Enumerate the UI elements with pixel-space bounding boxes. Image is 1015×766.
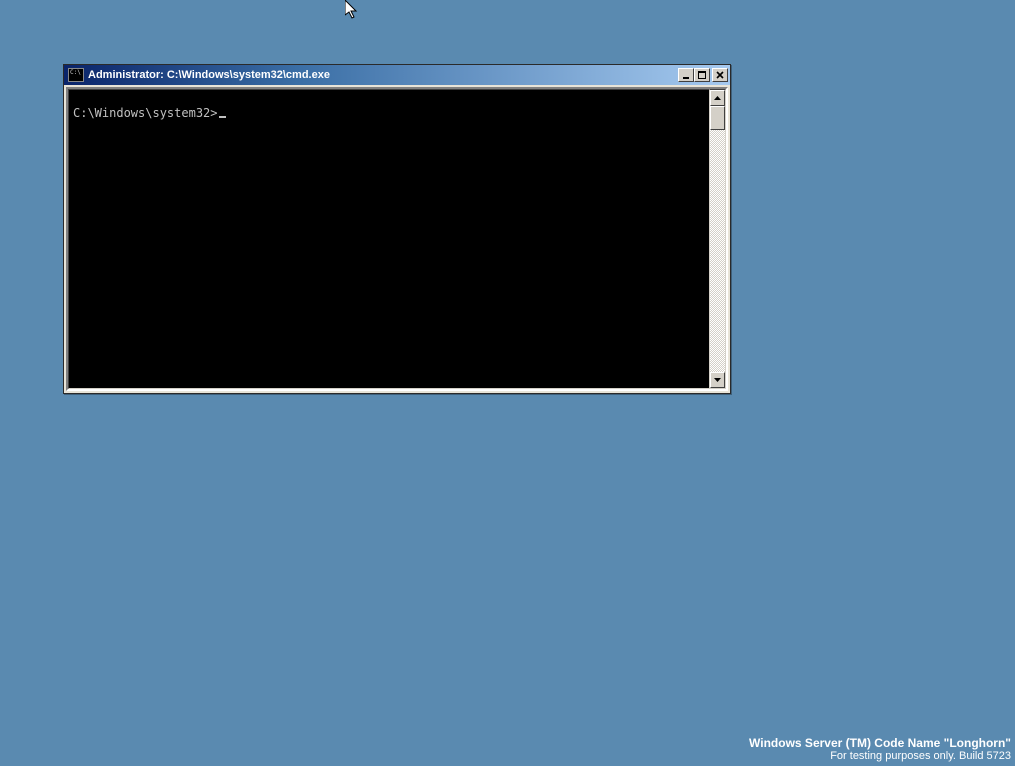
desktop-watermark: Windows Server (TM) Code Name "Longhorn"…: [749, 736, 1011, 762]
window-body: C:\Windows\system32>: [66, 87, 728, 391]
window-title: Administrator: C:\Windows\system32\cmd.e…: [88, 69, 678, 81]
console-prompt: C:\Windows\system32>: [73, 106, 218, 120]
minimize-button[interactable]: [678, 68, 694, 82]
scroll-down-button[interactable]: [710, 372, 725, 388]
titlebar[interactable]: Administrator: C:\Windows\system32\cmd.e…: [64, 65, 730, 85]
watermark-build: For testing purposes only. Build 5723: [749, 750, 1011, 762]
scroll-thumb[interactable]: [710, 106, 725, 130]
mouse-cursor-icon: [345, 0, 361, 20]
vertical-scrollbar[interactable]: [710, 89, 726, 389]
scroll-up-button[interactable]: [710, 90, 725, 106]
text-cursor: [219, 116, 226, 118]
cmd-window: Administrator: C:\Windows\system32\cmd.e…: [63, 64, 731, 394]
console-area[interactable]: C:\Windows\system32>: [68, 89, 710, 389]
scroll-track[interactable]: [710, 106, 725, 372]
watermark-product: Windows Server (TM) Code Name "Longhorn": [749, 736, 1011, 750]
cmd-icon: [68, 68, 84, 82]
maximize-button[interactable]: [694, 68, 710, 82]
close-button[interactable]: [712, 68, 728, 82]
window-controls: [678, 68, 728, 82]
